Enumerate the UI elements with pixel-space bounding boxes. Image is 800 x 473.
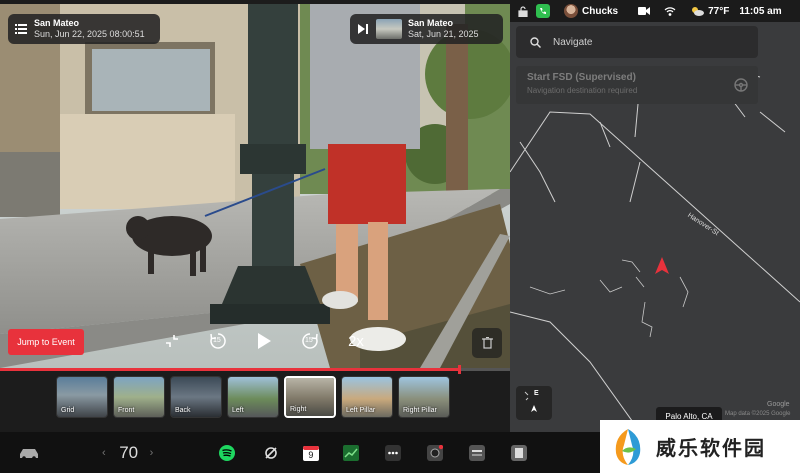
- current-clip-datetime: Sun, Jun 22, 2025 08:00:51: [34, 29, 145, 39]
- car-location-marker: [655, 257, 669, 274]
- delete-button[interactable]: [472, 328, 502, 358]
- watermark-logo: 威乐软件园: [600, 420, 800, 473]
- video-frame[interactable]: [0, 4, 510, 368]
- watermark-text: 威乐软件园: [656, 436, 766, 460]
- steering-wheel-icon: [734, 78, 748, 97]
- profile-name[interactable]: Chucks: [582, 6, 618, 17]
- rewind-seconds: 15: [213, 337, 221, 344]
- camera-label: Left: [232, 407, 244, 414]
- status-bar: Chucks 77°F 11:05 am: [510, 0, 800, 22]
- camera-thumb-left[interactable]: Left: [227, 376, 279, 418]
- dashcam-viewer: San Mateo Sun, Jun 22, 2025 08:00:51 San…: [0, 0, 510, 432]
- camera-label: Right: [290, 406, 307, 413]
- play-button[interactable]: [252, 328, 276, 354]
- next-clip-location: San Mateo: [408, 18, 454, 28]
- camera-label: Back: [175, 407, 191, 414]
- dashcam-app-icon[interactable]: [427, 444, 444, 461]
- video-scene: [0, 4, 510, 368]
- trash-icon: [481, 337, 493, 349]
- car-icon[interactable]: [18, 447, 40, 459]
- camera-icon[interactable]: [638, 7, 651, 15]
- current-clip-card[interactable]: San Mateo Sun, Jun 22, 2025 08:00:51: [8, 14, 160, 44]
- next-clip-date: Sat, Jun 21, 2025: [408, 29, 479, 39]
- spotify-icon[interactable]: [219, 444, 236, 461]
- timeline-scrubber[interactable]: [0, 365, 510, 374]
- camera-thumb-front[interactable]: Front: [113, 376, 165, 418]
- playback-speed-button[interactable]: 2x: [344, 328, 368, 354]
- compass-east-label: E: [534, 390, 539, 397]
- lock-icon[interactable]: [518, 5, 528, 17]
- temp-up-icon[interactable]: ›: [150, 447, 154, 459]
- camera-label: Left Pillar: [346, 407, 376, 414]
- watermark-emblem-icon: [615, 428, 641, 465]
- camera-label: Right Pillar: [403, 407, 437, 414]
- search-icon: [530, 36, 541, 48]
- navigate-search-bar[interactable]: [516, 26, 758, 58]
- toybox-icon[interactable]: [263, 445, 279, 461]
- outside-temperature: 77°F: [708, 5, 730, 17]
- camera-thumb-right[interactable]: Right: [284, 376, 336, 418]
- energy-app-icon[interactable]: [343, 444, 360, 461]
- timeline-progress: [0, 368, 459, 371]
- camera-thumb-right-pillar[interactable]: Right Pillar: [398, 376, 450, 418]
- playback-controls: 15 15 2x: [160, 328, 368, 354]
- rewind-15-button[interactable]: 15: [206, 328, 230, 354]
- weather-partly-sunny-icon: [690, 6, 705, 16]
- jump-to-event-button[interactable]: Jump to Event: [8, 329, 84, 355]
- card-app-icon[interactable]: [469, 444, 486, 461]
- fsd-title: Start FSD (Supervised): [527, 72, 636, 83]
- start-fsd-card[interactable]: Start FSD (Supervised) Navigation destin…: [516, 66, 758, 104]
- camera-selector: Grid Front Back Left Right Left Pillar Right P…: [0, 376, 510, 426]
- camera-thumb-back[interactable]: Back: [170, 376, 222, 418]
- camera-label: Front: [118, 407, 135, 414]
- calendar-icon[interactable]: 9: [303, 445, 320, 461]
- camera-thumb-grid[interactable]: Grid: [56, 376, 108, 418]
- navigation-map[interactable]: Start FSD (Supervised) Navigation destin…: [510, 22, 800, 432]
- camera-label: Grid: [61, 407, 75, 414]
- map-copyright: Map data ©2025 Google: [725, 411, 791, 417]
- more-apps-icon[interactable]: [385, 444, 402, 461]
- avatar[interactable]: [564, 4, 578, 18]
- temp-down-icon[interactable]: ‹: [102, 447, 106, 459]
- forward-seconds: 15: [305, 337, 313, 344]
- list-icon[interactable]: [8, 24, 34, 34]
- next-clip-card[interactable]: San Mateo Sat, Jun 21, 2025: [350, 14, 503, 44]
- phone-icon[interactable]: [536, 4, 550, 18]
- forward-15-button[interactable]: 15: [298, 328, 322, 354]
- navigate-input[interactable]: [553, 36, 743, 48]
- skip-next-icon[interactable]: [350, 24, 376, 34]
- clock: 11:05 am: [739, 5, 782, 17]
- manual-app-icon[interactable]: [511, 444, 528, 461]
- camera-thumb-left-pillar[interactable]: Left Pillar: [341, 376, 393, 418]
- climate-temperature[interactable]: 70: [112, 443, 146, 463]
- wifi-icon[interactable]: [664, 6, 676, 16]
- next-clip-thumbnail: [376, 19, 402, 39]
- compass-button[interactable]: E: [516, 386, 552, 420]
- play-icon: [258, 333, 271, 349]
- google-logo: Google: [767, 401, 790, 408]
- timeline-handle[interactable]: [458, 365, 461, 374]
- collapse-icon[interactable]: [160, 328, 184, 354]
- calendar-day: 9: [308, 449, 314, 460]
- fsd-subtitle: Navigation destination required: [527, 86, 638, 95]
- current-clip-location: San Mateo: [34, 18, 80, 28]
